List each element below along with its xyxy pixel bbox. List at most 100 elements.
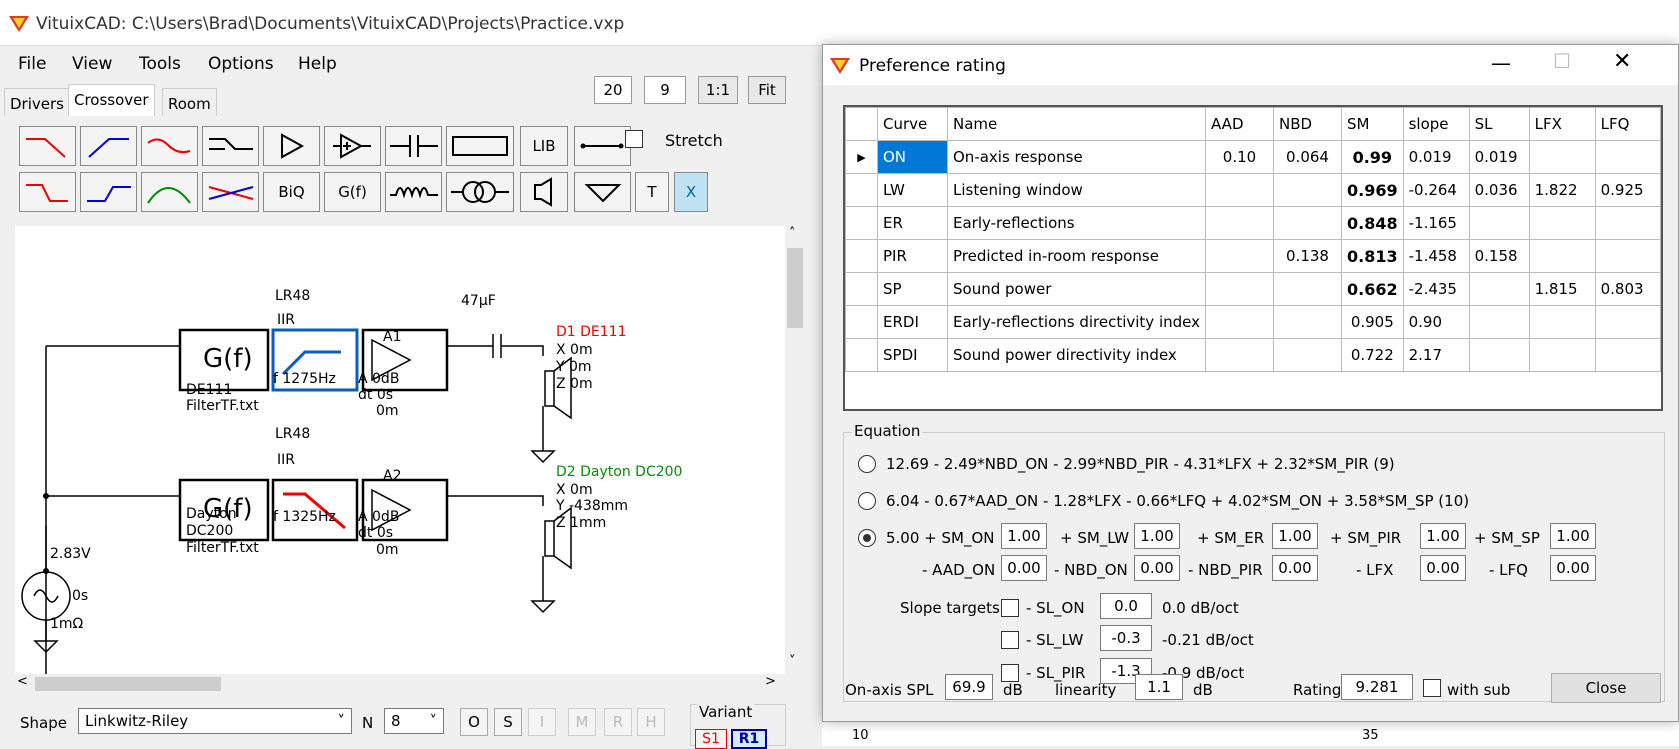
cell-lfx[interactable] [1528, 140, 1596, 174]
sm-pir-input[interactable]: 1.00 [1420, 523, 1466, 549]
menu-tools[interactable]: Tools [139, 54, 181, 74]
wire-button[interactable] [574, 126, 631, 166]
cell-curve[interactable]: SP [877, 272, 948, 306]
canvas-vertical-scrollbar[interactable]: ˄ ˅ [785, 226, 805, 674]
highpass2-button[interactable] [80, 172, 137, 212]
scroll-down-icon[interactable]: ˅ [789, 654, 796, 669]
cell-sl[interactable] [1468, 272, 1530, 306]
cell-sm[interactable]: 0.813 [1341, 239, 1404, 273]
r-button[interactable]: R [604, 708, 632, 736]
cell-sm[interactable]: 0.722 [1341, 338, 1404, 372]
scroll-right-icon[interactable]: > [765, 674, 776, 689]
eq3-radio[interactable] [858, 529, 876, 547]
cell-lfq[interactable] [1594, 305, 1662, 339]
driver-button[interactable] [520, 172, 568, 212]
lfx-input[interactable]: 0.00 [1420, 555, 1466, 581]
cell-sl[interactable] [1468, 206, 1530, 240]
cell-curve[interactable]: PIR [877, 239, 948, 273]
row-selector[interactable] [845, 239, 878, 273]
cell-nbd[interactable] [1273, 173, 1342, 207]
highpass1-button[interactable] [80, 126, 137, 166]
library-button[interactable]: LIB [520, 126, 568, 166]
menu-options[interactable]: Options [208, 54, 274, 74]
cell-nbd[interactable]: 0.138 [1273, 239, 1342, 273]
variant-s1-button[interactable]: S1 [695, 729, 727, 749]
table-row[interactable]: ER Early-reflections 0.848 -1.165 [845, 206, 1662, 240]
transformer-button[interactable] [446, 172, 514, 212]
zoom-1-1-button[interactable]: 1:1 [698, 76, 738, 104]
col-name[interactable]: Name [947, 107, 1206, 141]
cell-sm[interactable]: 0.905 [1341, 305, 1404, 339]
sm-lw-input[interactable]: 1.00 [1134, 523, 1180, 549]
cell-aad[interactable] [1205, 338, 1274, 372]
cell-name[interactable]: Predicted in-room response [947, 239, 1206, 273]
gf-block-1[interactable]: G(f) [203, 344, 253, 374]
cell-name[interactable]: Sound power [947, 272, 1206, 306]
stretch-checkbox[interactable] [625, 130, 643, 148]
zoom-y-input[interactable]: 9 [644, 76, 686, 104]
eq1-text[interactable]: 12.69 - 2.49*NBD_ON - 2.99*NBD_PIR - 4.3… [886, 455, 1395, 473]
variant-r1-button[interactable]: R1 [731, 729, 767, 749]
cell-curve[interactable]: ON [877, 140, 948, 174]
o-button[interactable]: O [460, 708, 488, 736]
text-button[interactable]: T [635, 172, 669, 212]
cell-slope[interactable]: 2.17 [1402, 338, 1470, 372]
cell-sm[interactable]: 0.848 [1341, 206, 1404, 240]
minimize-icon[interactable]: — [1491, 51, 1511, 75]
table-row[interactable]: SPDI Sound power directivity index 0.722… [845, 338, 1662, 372]
table-row[interactable]: SP Sound power 0.662 -2.435 1.815 0.803 [845, 272, 1662, 306]
row-selector-icon[interactable]: ▶ [845, 140, 878, 174]
close-button[interactable]: Close [1551, 673, 1661, 703]
cell-lfx[interactable] [1528, 239, 1596, 273]
sl-pir-checkbox[interactable] [1001, 664, 1019, 682]
col-sm[interactable]: SM [1341, 107, 1404, 141]
cell-aad[interactable] [1205, 239, 1274, 273]
s-button[interactable]: S [494, 708, 522, 736]
cell-sl[interactable]: 0.036 [1468, 173, 1530, 207]
nbd-on-input[interactable]: 0.00 [1134, 555, 1180, 581]
cell-slope[interactable]: -1.165 [1402, 206, 1470, 240]
row-selector[interactable] [845, 272, 878, 306]
cell-sl[interactable]: 0.158 [1468, 239, 1530, 273]
menu-file[interactable]: File [18, 54, 46, 74]
cell-slope[interactable]: -0.264 [1402, 173, 1470, 207]
eq2-text[interactable]: 6.04 - 0.67*AAD_ON - 1.28*LFX - 0.66*LFQ… [886, 492, 1469, 510]
row-selector[interactable] [845, 206, 878, 240]
amp-1-label[interactable]: A1 [383, 329, 401, 345]
cell-lfq[interactable] [1594, 206, 1662, 240]
row-selector[interactable] [845, 305, 878, 339]
sl-lw-input[interactable]: -0.3 [1100, 625, 1152, 651]
maximize-icon[interactable]: ☐ [1553, 49, 1571, 73]
lowpass2-button[interactable] [19, 172, 76, 212]
amp-2-label[interactable]: A2 [383, 468, 401, 484]
bandpass-button[interactable] [141, 126, 198, 166]
nbd-pir-input[interactable]: 0.00 [1272, 555, 1318, 581]
rating-table[interactable]: Curve Name AAD NBD SM slope SL LFX LFQ ▶… [843, 105, 1663, 411]
cell-lfq[interactable] [1594, 239, 1662, 273]
close-icon[interactable]: ✕ [1613, 49, 1631, 74]
sl-lw-checkbox[interactable] [1001, 631, 1019, 649]
cell-name[interactable]: Listening window [947, 173, 1206, 207]
crossing-button[interactable] [202, 172, 259, 212]
delete-button[interactable]: X [674, 172, 708, 212]
cell-aad[interactable]: 0.10 [1205, 140, 1274, 174]
cell-lfx[interactable] [1528, 338, 1596, 372]
allpass-button[interactable] [141, 172, 198, 212]
sm-sp-input[interactable]: 1.00 [1550, 523, 1596, 549]
tab-drivers[interactable]: Drivers [4, 88, 70, 116]
cell-name[interactable]: Early-reflections [947, 206, 1206, 240]
cell-lfx[interactable] [1528, 305, 1596, 339]
col-sl[interactable]: SL [1468, 107, 1530, 141]
cell-lfq[interactable]: 0.925 [1594, 173, 1662, 207]
col-slope[interactable]: slope [1402, 107, 1470, 141]
table-row[interactable]: ERDI Early-reflections directivity index… [845, 305, 1662, 339]
cell-name[interactable]: Early-reflections directivity index [947, 305, 1206, 339]
schematic-canvas[interactable]: G(f) DE111 FilterTF.txt LR48 IIR f 1275H… [15, 226, 785, 674]
cell-aad[interactable] [1205, 173, 1274, 207]
order-select[interactable]: 8 ˅ [384, 708, 444, 734]
cell-nbd[interactable] [1273, 206, 1342, 240]
cell-nbd[interactable]: 0.064 [1273, 140, 1342, 174]
ground-button[interactable] [574, 172, 631, 212]
cell-nbd[interactable] [1273, 272, 1342, 306]
hscroll-thumb[interactable] [35, 677, 221, 691]
